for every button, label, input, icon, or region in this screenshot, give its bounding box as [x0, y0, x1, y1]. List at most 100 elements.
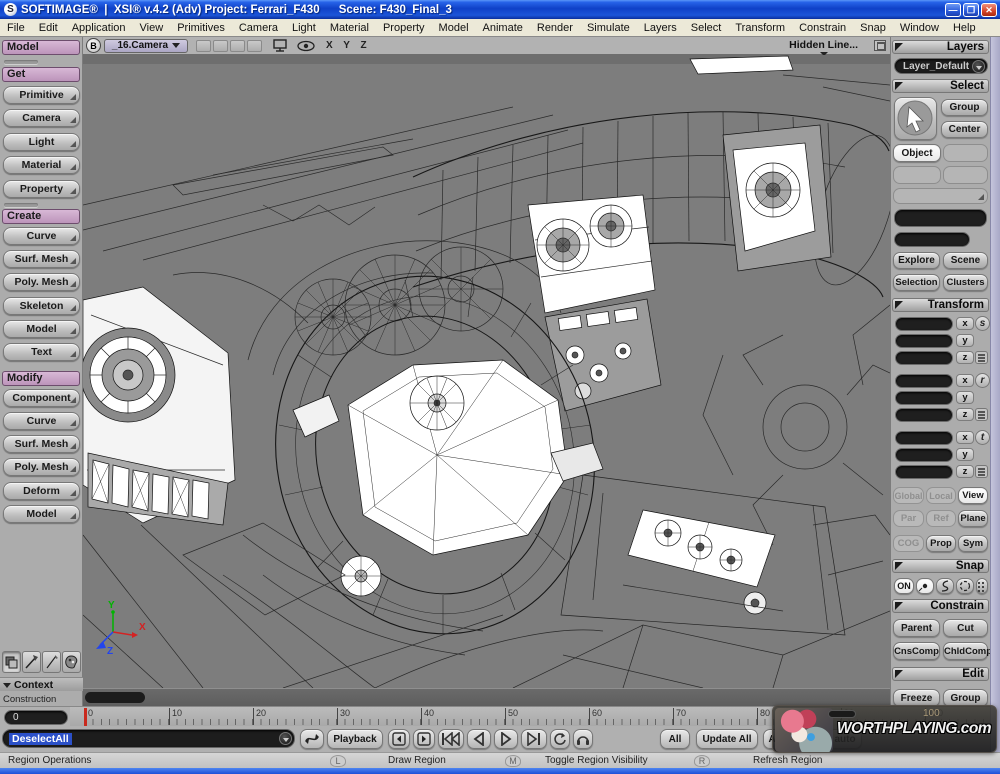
rotate-x-field[interactable] [895, 374, 953, 388]
menu-material[interactable]: Material [323, 22, 376, 34]
scale-y-toggle[interactable]: y [956, 334, 974, 347]
modify-deform-button[interactable]: Deform [3, 482, 80, 500]
get-material-button[interactable]: Material [3, 156, 80, 174]
rotate-z-field[interactable] [895, 408, 953, 422]
playhead[interactable] [84, 708, 87, 726]
layers-header[interactable]: Layers [892, 40, 989, 54]
axis-toggle-xyz[interactable]: X Y Z [326, 40, 371, 51]
menu-application[interactable]: Application [65, 22, 133, 34]
rotate-x-toggle[interactable]: x [956, 374, 974, 387]
all-button[interactable]: All [660, 729, 690, 749]
mode-tool-icon[interactable] [22, 651, 41, 673]
clusters-button[interactable]: Clusters [943, 274, 988, 291]
audio-button[interactable] [573, 729, 593, 749]
scale-z-field[interactable] [895, 351, 953, 365]
create-curve-button[interactable]: Curve [3, 227, 80, 245]
chldcomp-button[interactable]: ChldComp [943, 642, 988, 660]
play-backward-button[interactable] [467, 729, 491, 749]
constrain-header[interactable]: Constrain [892, 599, 989, 613]
menu-animate[interactable]: Animate [476, 22, 530, 34]
filter-wide-button[interactable] [893, 188, 988, 204]
translate-z-field[interactable] [895, 465, 953, 479]
translate-y-field[interactable] [895, 448, 953, 462]
menu-simulate[interactable]: Simulate [580, 22, 637, 34]
mode-palette-icon[interactable] [62, 651, 81, 673]
play-forward-button[interactable] [494, 729, 518, 749]
mode-objects-icon[interactable] [2, 651, 21, 673]
view-button[interactable]: View [958, 487, 988, 504]
cut-button[interactable]: Cut [943, 619, 988, 637]
explore-button[interactable]: Explore [893, 252, 940, 269]
go-to-end-button[interactable] [521, 729, 547, 749]
filter-empty-button[interactable] [893, 166, 941, 184]
snap-boundary-button[interactable] [956, 578, 974, 594]
plane-button[interactable]: Plane [958, 510, 988, 527]
rotate-tool-button[interactable]: r [975, 373, 990, 388]
filter-empty-button[interactable] [943, 166, 988, 184]
menu-window[interactable]: Window [893, 22, 946, 34]
create-poly-mesh-button[interactable]: Poly. Mesh [3, 273, 80, 291]
memo-cam-button-1[interactable] [196, 40, 211, 52]
menu-render[interactable]: Render [530, 22, 580, 34]
menu-snap[interactable]: Snap [853, 22, 893, 34]
update-all-button[interactable]: Update All [696, 729, 758, 749]
snap-grid-button[interactable] [976, 578, 988, 594]
snap-point-button[interactable] [916, 578, 934, 594]
memo-cam-button-2[interactable] [213, 40, 228, 52]
scale-z-toggle[interactable]: z [956, 351, 974, 364]
panel-resize-edge[interactable] [990, 37, 1000, 768]
camera-view-dropdown[interactable]: _16.Camera [104, 39, 188, 53]
menu-layers[interactable]: Layers [637, 22, 684, 34]
modify-poly-mesh-button[interactable]: Poly. Mesh [3, 458, 80, 476]
translate-x-field[interactable] [895, 431, 953, 445]
go-to-start-button[interactable] [438, 729, 464, 749]
create-model-button[interactable]: Model [3, 320, 80, 338]
loop-mode-button[interactable] [300, 729, 324, 749]
scrollbar-thumb[interactable] [85, 692, 145, 703]
translate-tool-button[interactable]: t [975, 430, 990, 445]
cog-button[interactable]: COG [893, 535, 924, 552]
filter-empty-button[interactable] [943, 144, 988, 162]
translate-y-toggle[interactable]: y [956, 448, 974, 461]
translate-link-icon[interactable] [975, 465, 988, 478]
mode-knife-icon[interactable] [42, 651, 61, 673]
display-mode-dropdown[interactable]: Hidden Line... [789, 39, 862, 52]
menu-help[interactable]: Help [946, 22, 983, 34]
menu-property[interactable]: Property [376, 22, 432, 34]
loop-playback-button[interactable] [550, 729, 570, 749]
scale-x-field[interactable] [895, 317, 953, 331]
translate-x-toggle[interactable]: x [956, 431, 974, 444]
get-camera-button[interactable]: Camera [3, 109, 80, 127]
rotate-z-toggle[interactable]: z [956, 408, 974, 421]
command-dropdown[interactable]: DeselectAll [2, 729, 295, 748]
menu-edit[interactable]: Edit [32, 22, 65, 34]
par-button[interactable]: Par [893, 510, 924, 527]
modify-model-button[interactable]: Model [3, 505, 80, 523]
create-skeleton-button[interactable]: Skeleton [3, 297, 80, 315]
menu-model[interactable]: Model [432, 22, 476, 34]
memo-cam-button-3[interactable] [230, 40, 245, 52]
snap-on-button[interactable]: ON [894, 578, 914, 594]
current-frame-field[interactable]: 0 [4, 710, 68, 725]
object-filter-button[interactable]: Object [893, 144, 941, 162]
layer-dropdown[interactable]: Layer_Default [894, 58, 988, 74]
viewport-letter-button[interactable]: B [86, 38, 101, 53]
edit-header[interactable]: Edit [892, 667, 989, 681]
create-text-button[interactable]: Text [3, 343, 80, 361]
snap-curve-button[interactable] [936, 578, 954, 594]
select-header[interactable]: Select [892, 79, 989, 93]
viewport-layout-icon[interactable] [874, 40, 886, 51]
translate-z-toggle[interactable]: z [956, 465, 974, 478]
scale-x-toggle[interactable]: x [956, 317, 974, 330]
prop-button[interactable]: Prop [926, 535, 956, 552]
playback-menu-button[interactable]: Playback [327, 729, 383, 749]
group-button[interactable]: Group [941, 99, 988, 116]
rotate-link-icon[interactable] [975, 408, 988, 421]
selection-text-field[interactable] [894, 209, 987, 227]
select-arrow-tool-button[interactable] [894, 97, 937, 140]
scale-y-field[interactable] [895, 334, 953, 348]
menu-select[interactable]: Select [684, 22, 729, 34]
rotate-y-toggle[interactable]: y [956, 391, 974, 404]
toolbar-title[interactable]: Model [2, 40, 80, 55]
center-button[interactable]: Center [941, 121, 988, 138]
